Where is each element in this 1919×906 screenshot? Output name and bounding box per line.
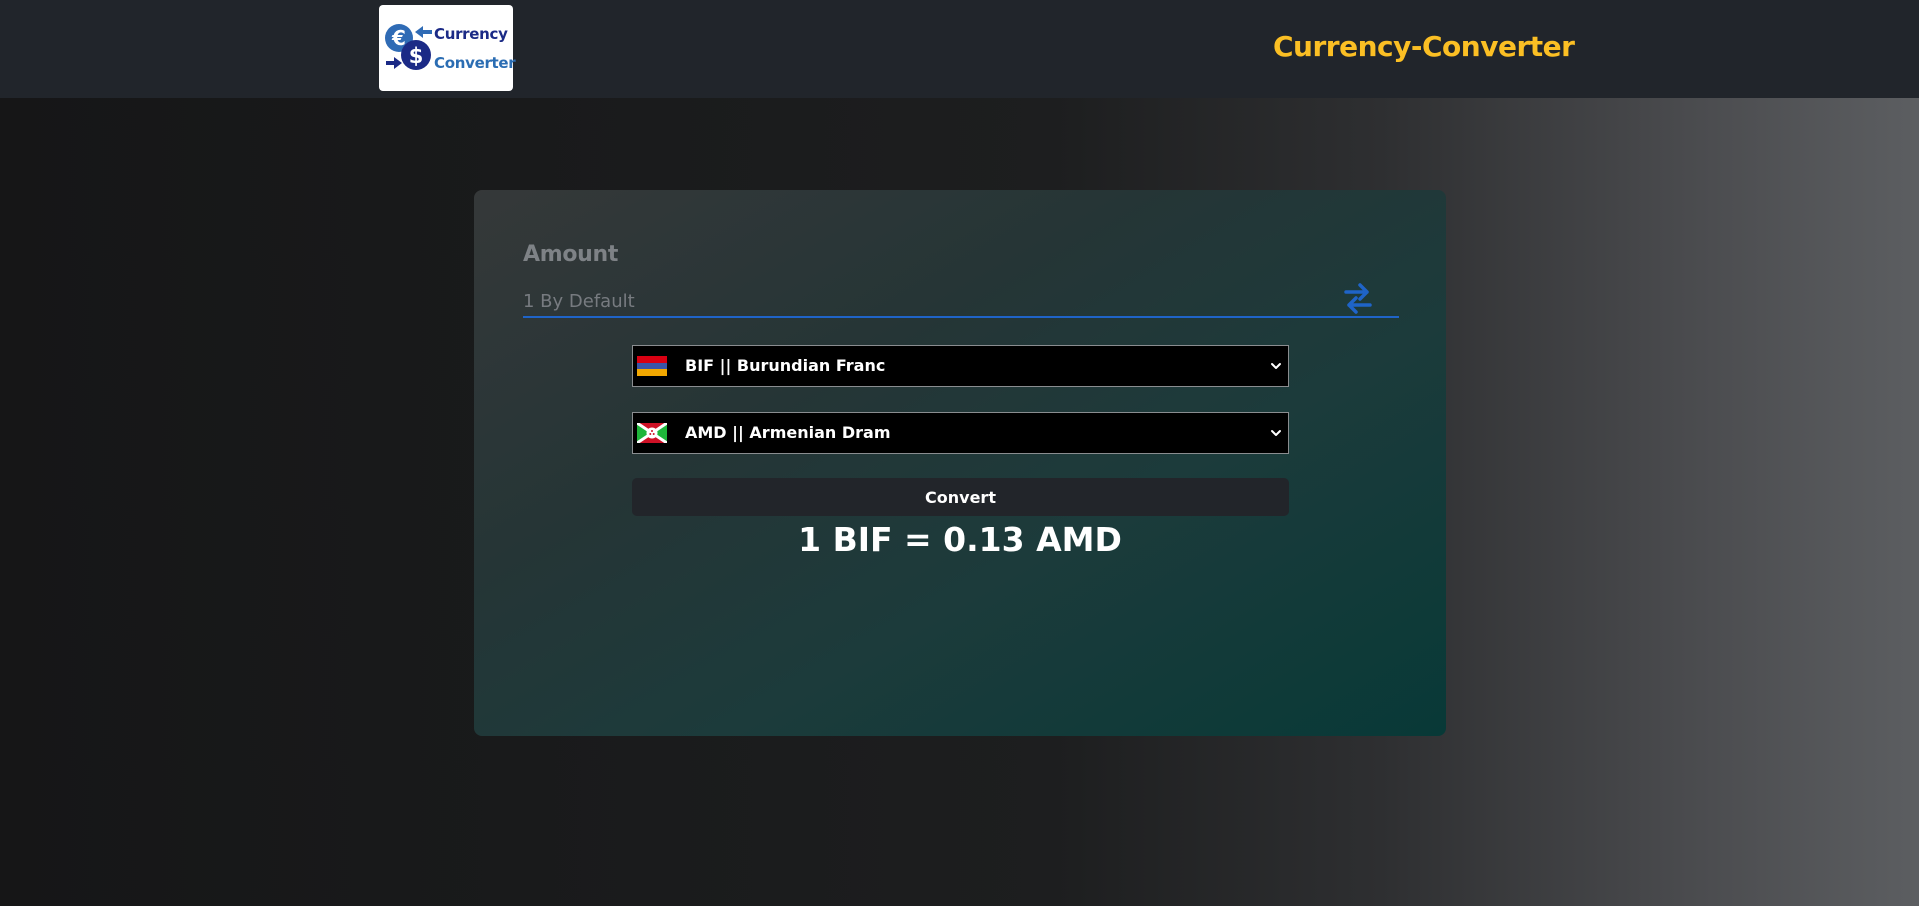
chevron-down-icon: [1271, 363, 1281, 369]
burundi-flag-icon: [637, 423, 667, 443]
navbar: € $ Currency Converter Currency-Converte…: [0, 0, 1919, 98]
swap-arrows-icon[interactable]: [1343, 282, 1373, 314]
chevron-down-icon: [1271, 430, 1281, 436]
logo-text-currency: Currency: [434, 25, 508, 43]
converter-card: Amount BIF || Burundian Franc: [474, 190, 1446, 736]
from-currency-select[interactable]: BIF || Burundian Franc: [632, 345, 1289, 387]
logo[interactable]: € $ Currency Converter: [379, 5, 516, 91]
amount-input[interactable]: [523, 286, 1399, 318]
euro-dollar-exchange-icon: € $: [385, 24, 432, 70]
to-currency-value: AMD || Armenian Dram: [685, 423, 891, 442]
conversion-result: 1 BIF = 0.13 AMD: [798, 520, 1122, 559]
armenia-flag-icon: [637, 356, 667, 376]
brand-title[interactable]: Currency-Converter: [1273, 30, 1575, 63]
from-currency-value: BIF || Burundian Franc: [685, 356, 886, 375]
convert-button[interactable]: Convert: [632, 478, 1289, 516]
amount-label: Amount: [523, 242, 619, 267]
to-currency-select[interactable]: AMD || Armenian Dram: [632, 412, 1289, 454]
logo-text-converter: Converter: [434, 54, 516, 72]
svg-text:$: $: [409, 44, 424, 68]
